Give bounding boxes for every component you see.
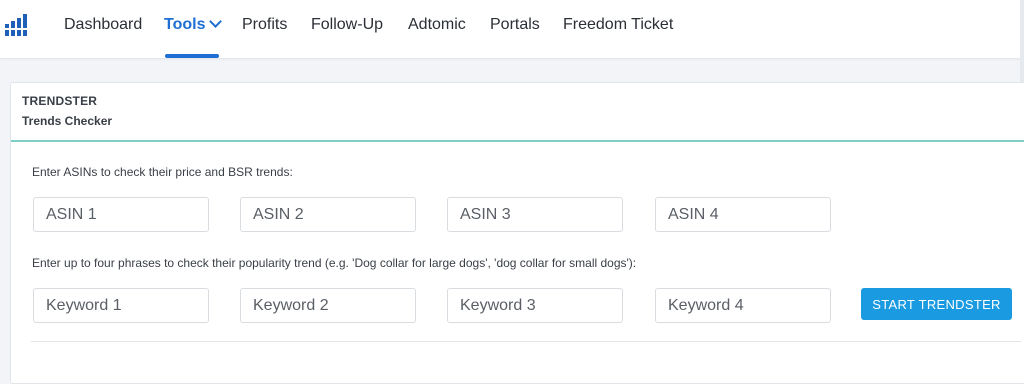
- keyword-input-2[interactable]: [240, 288, 416, 323]
- panel-title: TRENDSTER: [22, 94, 98, 108]
- panel-subtitle: Trends Checker: [22, 114, 113, 128]
- top-navigation-bar: Dashboard Tools Profits Follow-Up Adtomi…: [0, 0, 1024, 59]
- nav-item-portals[interactable]: Portals: [490, 16, 540, 34]
- asin-input-4[interactable]: [655, 197, 831, 232]
- keyword-instructions: Enter up to four phrases to check their …: [32, 256, 637, 270]
- start-trendster-button[interactable]: START TRENDSTER: [861, 288, 1012, 320]
- keyword-input-4[interactable]: [655, 288, 831, 323]
- nav-item-tools[interactable]: Tools: [164, 15, 223, 34]
- panel-divider: [31, 341, 1021, 342]
- keyword-input-3[interactable]: [447, 288, 623, 323]
- keyword-input-1[interactable]: [33, 288, 209, 323]
- asin-input-3[interactable]: [447, 197, 623, 232]
- nav-item-profits[interactable]: Profits: [242, 16, 287, 34]
- active-tab-indicator: [165, 54, 219, 58]
- nav-item-follow-up[interactable]: Follow-Up: [311, 16, 383, 34]
- asin-input-2[interactable]: [240, 197, 416, 232]
- panel-header: TRENDSTER Trends Checker: [11, 83, 1024, 142]
- asin-instructions: Enter ASINs to check their price and BSR…: [32, 165, 293, 179]
- trendster-panel: TRENDSTER Trends Checker Enter ASINs to …: [10, 82, 1024, 384]
- nav-item-dashboard[interactable]: Dashboard: [64, 16, 142, 34]
- chevron-down-icon: [209, 15, 223, 28]
- nav-item-tools-label: Tools: [164, 16, 206, 33]
- bar-chart-logo-icon[interactable]: [5, 14, 29, 36]
- nav-item-freedom-ticket[interactable]: Freedom Ticket: [563, 16, 673, 34]
- asin-input-1[interactable]: [33, 197, 209, 232]
- nav-item-adtomic[interactable]: Adtomic: [408, 16, 466, 34]
